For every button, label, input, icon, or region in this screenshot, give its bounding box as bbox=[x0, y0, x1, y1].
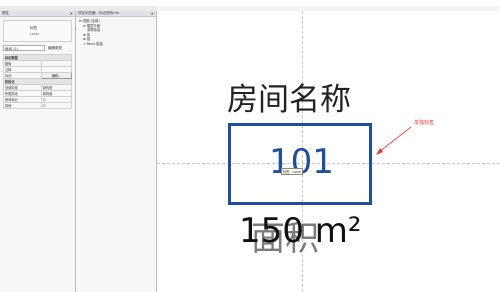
browser-tree: ⊟ 视图 (全部) ⊟ 楼层平面 参照标高 ⊞ 族 ⊞ 组 ∞ Revit 链接 bbox=[76, 17, 156, 49]
type-selector[interactable]: 标签 Label ▾ bbox=[3, 20, 77, 42]
property-label: 其他 bbox=[3, 102, 42, 109]
properties-table: 标识数据 图像 注释 标记 编辑... 阶段化 设置阶段 新构造 所属阶段 新构造 房… bbox=[3, 54, 73, 109]
instance-filter: 房间 (1) 编辑类型 bbox=[3, 45, 72, 52]
close-icon[interactable]: ✕ bbox=[151, 11, 154, 16]
close-icon[interactable]: ✕ bbox=[70, 11, 73, 16]
browser-title: 项目浏览器 - 标记范例.rfa bbox=[78, 11, 119, 15]
tree-item-label: 组 bbox=[86, 37, 91, 42]
edit-type-label: 编辑类型 bbox=[48, 46, 62, 50]
instance-dropdown[interactable]: 房间 (1) bbox=[3, 45, 45, 51]
edit-type-button[interactable]: 编辑类型 bbox=[48, 45, 74, 51]
checkbox[interactable]: ☑ bbox=[40, 102, 73, 109]
properties-header: 属性 ✕ bbox=[0, 11, 75, 17]
tree-item[interactable]: ∞ Revit 链接 bbox=[79, 42, 153, 47]
instance-dropdown-value: 房间 (1) bbox=[5, 47, 19, 51]
browser-header: 项目浏览器 - 标记范例.rfa ✕ bbox=[76, 11, 156, 17]
tree-item-label: 楼层平面 bbox=[86, 23, 100, 28]
tree-item-label: Revit 链接 bbox=[86, 41, 103, 46]
table-row[interactable]: 其他 ☑ bbox=[3, 102, 73, 109]
drawing-canvas[interactable]: 房间名称 101 标签 : Label 面积 150 m² 单独标签 bbox=[157, 11, 500, 292]
properties-title: 属性 bbox=[2, 11, 9, 15]
tree-item-label: 视图 (全部) bbox=[82, 19, 100, 23]
properties-panel: 属性 ✕ 标签 Label ▾ 房间 (1) 编辑类型 标识数据 图像 注释 标… bbox=[0, 11, 77, 292]
annotation-arrow-icon bbox=[376, 126, 412, 155]
project-browser-panel: 项目浏览器 - 标记范例.rfa ✕ ⊟ 视图 (全部) ⊟ 楼层平面 参照标高… bbox=[76, 11, 157, 292]
type-name: 标签 bbox=[30, 26, 37, 30]
tree-item-label: 参照标高 bbox=[87, 28, 101, 33]
type-subname: Label bbox=[30, 32, 39, 36]
